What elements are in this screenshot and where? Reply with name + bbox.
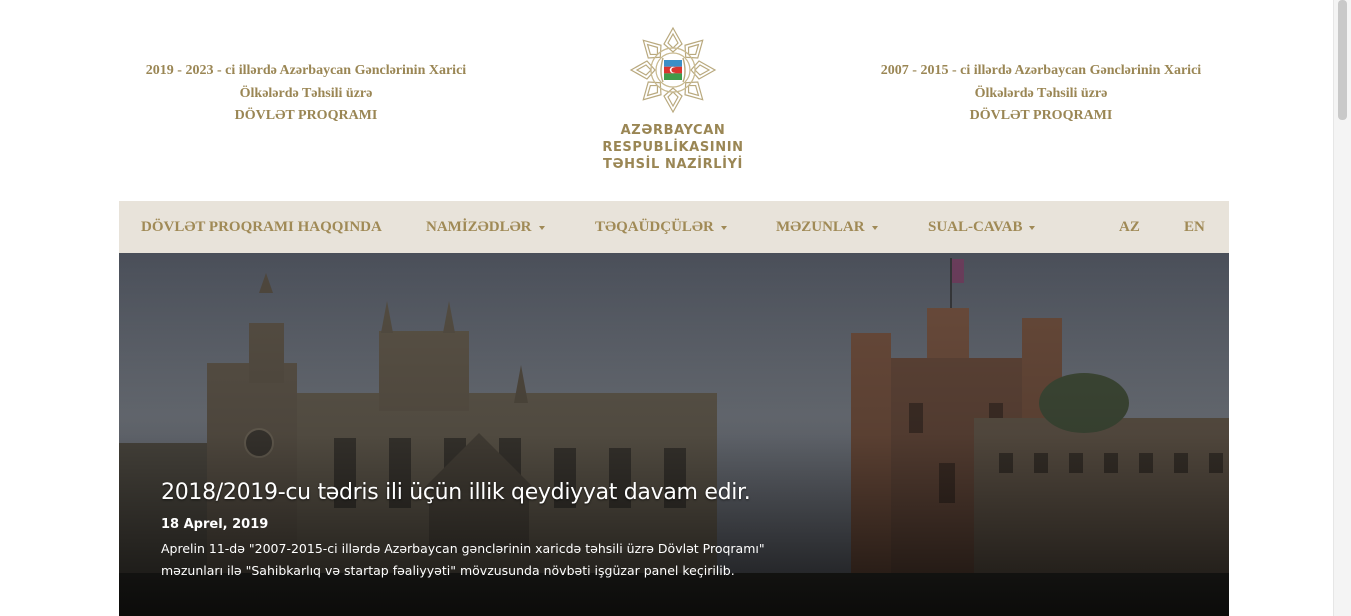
page: 2019 - 2023 - ci illərdə Azərbaycan Gənc… [0,0,1351,616]
nav-item-graduates[interactable]: MƏZUNLAR [776,201,878,253]
nav-item-candidates[interactable]: NAMİZƏDLƏR [426,201,545,253]
hero-caption: 2018/2019-cu tədris ili üçün illik qeydi… [161,478,941,582]
ministry-name-line: TƏHSİL NAZİRLİYİ [603,157,743,172]
nav-item-about-program[interactable]: DÖVLƏT PROQRAMI HAQQINDA [141,201,382,253]
caret-down-icon [538,225,545,230]
caret-down-icon [720,225,727,230]
program-title-line: 2007 - 2015 - ci illərdə Azərbaycan Gənc… [880,63,1202,78]
site-header: 2019 - 2023 - ci illərdə Azərbaycan Gənc… [0,0,1334,201]
language-label: EN [1184,219,1205,235]
hero-title[interactable]: 2018/2019-cu tədris ili üçün illik qeydi… [161,478,941,508]
ministry-name-line: AZƏRBAYCAN RESPUBLİKASININ [602,123,744,155]
caret-down-icon [1029,225,1036,230]
program-title-line: 2019 - 2023 - ci illərdə Azərbaycan Gənc… [145,63,467,78]
nav-item-label: MƏZUNLAR [776,219,865,235]
caret-down-icon [871,225,878,230]
hero-description-line: məzunları ilə "Sahibkarlıq və startap fə… [161,563,735,578]
program-title-line: Ölkələrdə Təhsili üzrə [974,85,1108,101]
program-title-line: DÖVLƏT PROQRAMI [234,108,378,123]
nav-item-label: DÖVLƏT PROQRAMI HAQQINDA [141,219,382,235]
language-label: AZ [1119,219,1140,235]
hero-description: Aprelin 11-də "2007-2015-ci illərdə Azər… [161,538,881,582]
ministry-logo-link[interactable]: AZƏRBAYCAN RESPUBLİKASININ TƏHSİL NAZİRL… [548,24,798,173]
hero-date: 18 Aprel, 2019 [161,517,269,532]
nav-item-label: TƏQAÜDÇÜLƏR [595,219,714,235]
nav-item-faq[interactable]: SUAL-CAVAB [928,201,1036,253]
program-title-line: Ölkələrdə Təhsili üzrə [239,85,373,101]
language-en-link[interactable]: EN [1184,201,1205,253]
scrollbar-thumb[interactable] [1338,0,1347,120]
nav-item-scholars[interactable]: TƏQAÜDÇÜLƏR [595,201,727,253]
program-title-line: DÖVLƏT PROQRAMI [969,108,1113,123]
language-az-link[interactable]: AZ [1119,201,1140,253]
hero-description-line: Aprelin 11-də "2007-2015-ci illərdə Azər… [161,541,765,556]
hero-slider[interactable]: 2018/2019-cu tədris ili üçün illik qeydi… [119,253,1229,616]
azerbaijan-state-emblem-icon [630,26,716,113]
nav-item-label: NAMİZƏDLƏR [426,219,532,235]
main-navigation: DÖVLƏT PROQRAMI HAQQINDA NAMİZƏDLƏR TƏQA… [119,201,1229,253]
program-2019-2023-link[interactable]: 2019 - 2023 - ci illərdə Azərbaycan Gənc… [126,60,486,128]
nav-item-label: SUAL-CAVAB [928,219,1023,235]
program-2007-2015-link[interactable]: 2007 - 2015 - ci illərdə Azərbaycan Gənc… [861,60,1221,128]
page-scrollbar[interactable] [1333,0,1351,616]
